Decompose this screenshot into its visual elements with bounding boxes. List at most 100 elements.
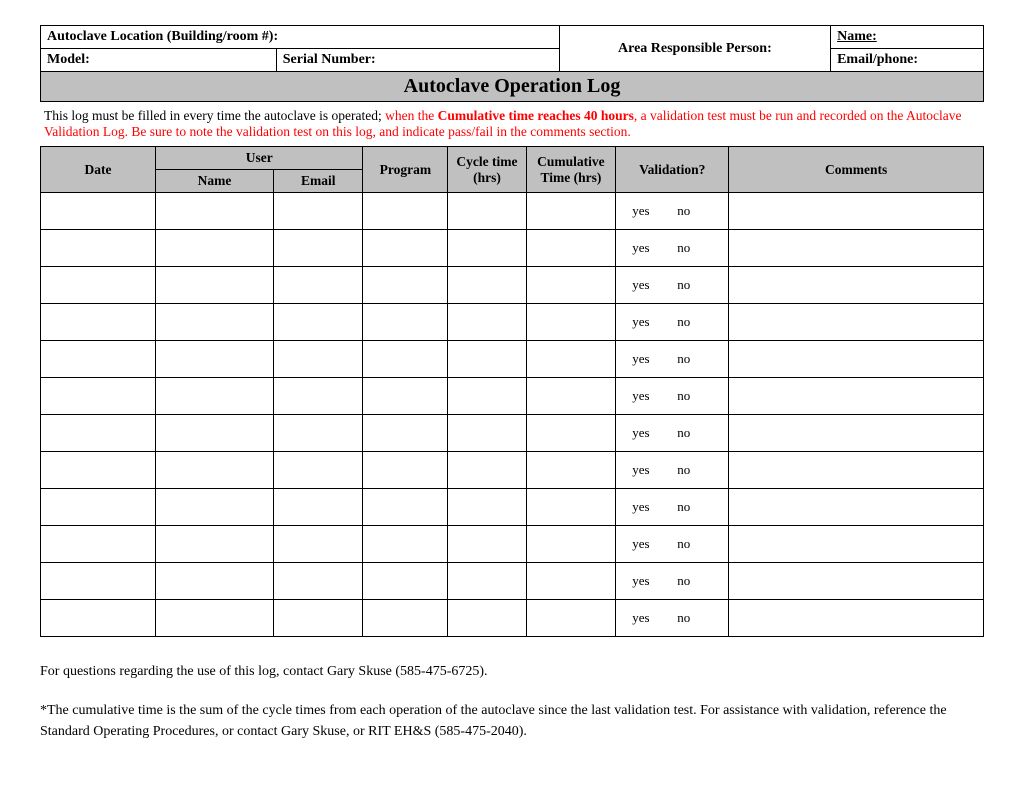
th-comments: Comments <box>729 147 984 193</box>
table-cell <box>729 452 984 489</box>
table-row: yesno <box>41 230 984 267</box>
table-cell <box>363 526 448 563</box>
table-cell <box>156 267 274 304</box>
instr-redbold: Cumulative time reaches 40 hours <box>438 108 634 123</box>
table-cell <box>273 193 363 230</box>
table-cell <box>729 526 984 563</box>
table-row: yesno <box>41 563 984 600</box>
validation-yes: yes <box>622 203 677 219</box>
footer: For questions regarding the use of this … <box>40 661 984 742</box>
validation-yes: yes <box>622 573 677 589</box>
th-cumulative: Cumulative Time (hrs) <box>526 147 616 193</box>
table-cell: yesno <box>616 526 729 563</box>
table-cell <box>41 452 156 489</box>
table-cell <box>41 341 156 378</box>
table-cell <box>448 378 526 415</box>
instructions: This log must be filled in every time th… <box>40 102 984 146</box>
table-cell <box>273 489 363 526</box>
table-cell <box>41 230 156 267</box>
table-cell <box>729 230 984 267</box>
serial-label: Serial Number: <box>276 49 559 72</box>
validation-no: no <box>677 462 717 478</box>
info-table: Autoclave Location (Building/room #): Ar… <box>40 25 984 102</box>
table-cell <box>273 304 363 341</box>
table-cell <box>273 378 363 415</box>
th-validation: Validation? <box>616 147 729 193</box>
page-title: Autoclave Operation Log <box>41 72 984 102</box>
model-label: Model: <box>41 49 277 72</box>
validation-yes: yes <box>622 536 677 552</box>
table-cell: yesno <box>616 193 729 230</box>
table-row: yesno <box>41 415 984 452</box>
table-cell <box>448 304 526 341</box>
table-cell <box>448 415 526 452</box>
table-cell <box>41 489 156 526</box>
th-cycle: Cycle time (hrs) <box>448 147 526 193</box>
table-cell: yesno <box>616 341 729 378</box>
validation-yes: yes <box>622 425 677 441</box>
validation-no: no <box>677 425 717 441</box>
table-cell <box>729 193 984 230</box>
table-cell <box>363 489 448 526</box>
th-program: Program <box>363 147 448 193</box>
table-cell <box>363 415 448 452</box>
table-cell <box>41 563 156 600</box>
table-cell <box>526 600 616 637</box>
table-cell <box>526 267 616 304</box>
table-cell <box>156 452 274 489</box>
table-row: yesno <box>41 341 984 378</box>
table-cell <box>273 230 363 267</box>
table-cell <box>156 415 274 452</box>
table-cell <box>156 304 274 341</box>
table-cell <box>448 230 526 267</box>
table-cell <box>363 452 448 489</box>
footer-p2: *The cumulative time is the sum of the c… <box>40 700 984 742</box>
table-cell <box>156 489 274 526</box>
instr-black1: This log must be filled in every time th… <box>44 108 385 123</box>
table-cell <box>526 415 616 452</box>
table-cell <box>41 267 156 304</box>
table-cell: yesno <box>616 378 729 415</box>
table-cell <box>363 600 448 637</box>
table-cell: yesno <box>616 563 729 600</box>
validation-no: no <box>677 351 717 367</box>
emailphone-label: Email/phone: <box>831 49 984 72</box>
table-cell <box>729 378 984 415</box>
table-row: yesno <box>41 452 984 489</box>
validation-yes: yes <box>622 240 677 256</box>
table-cell <box>156 378 274 415</box>
validation-no: no <box>677 573 717 589</box>
table-row: yesno <box>41 193 984 230</box>
table-cell <box>363 378 448 415</box>
table-cell <box>156 341 274 378</box>
table-cell <box>156 193 274 230</box>
table-cell <box>156 563 274 600</box>
instr-red1: when the <box>385 108 437 123</box>
table-cell <box>729 600 984 637</box>
table-cell <box>363 230 448 267</box>
validation-no: no <box>677 388 717 404</box>
table-cell <box>273 600 363 637</box>
table-cell <box>41 600 156 637</box>
table-cell <box>448 526 526 563</box>
validation-yes: yes <box>622 314 677 330</box>
validation-yes: yes <box>622 610 677 626</box>
table-cell <box>526 230 616 267</box>
table-cell <box>156 600 274 637</box>
table-row: yesno <box>41 526 984 563</box>
table-cell <box>41 304 156 341</box>
validation-yes: yes <box>622 351 677 367</box>
table-row: yesno <box>41 304 984 341</box>
table-cell <box>526 304 616 341</box>
table-cell <box>273 526 363 563</box>
table-cell <box>273 341 363 378</box>
table-cell <box>526 193 616 230</box>
validation-yes: yes <box>622 462 677 478</box>
validation-no: no <box>677 277 717 293</box>
table-cell <box>41 193 156 230</box>
table-cell <box>729 563 984 600</box>
table-cell: yesno <box>616 230 729 267</box>
table-cell <box>41 378 156 415</box>
table-cell <box>729 415 984 452</box>
table-cell <box>448 193 526 230</box>
